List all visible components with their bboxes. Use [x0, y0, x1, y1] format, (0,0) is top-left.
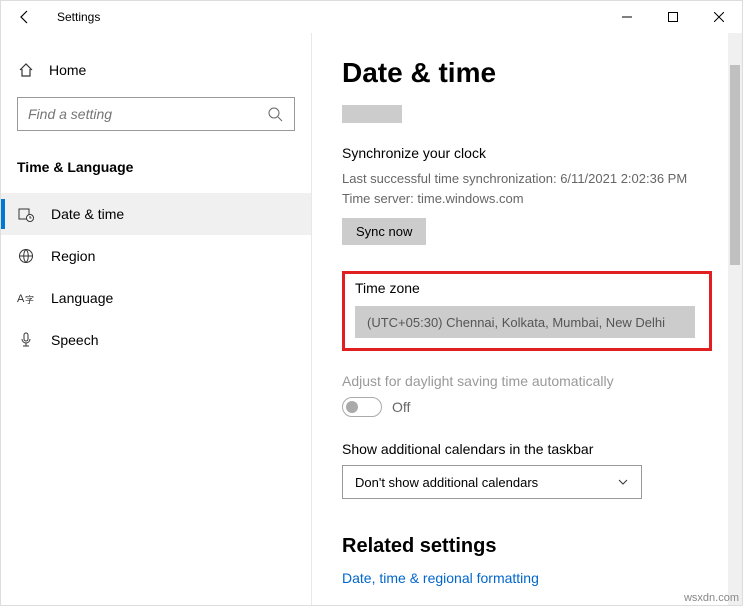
sidebar-item-label: Speech — [51, 332, 98, 348]
calendars-value: Don't show additional calendars — [355, 475, 538, 490]
back-button[interactable] — [1, 1, 49, 33]
home-icon — [17, 61, 35, 79]
calendar-clock-icon — [17, 205, 35, 223]
sidebar-item-date-time[interactable]: Date & time — [1, 193, 311, 235]
svg-text:A: A — [17, 293, 25, 305]
maximize-button[interactable] — [650, 1, 696, 33]
minimize-icon — [622, 12, 632, 22]
close-button[interactable] — [696, 1, 742, 33]
search-box[interactable] — [17, 97, 295, 131]
language-icon: A字 — [17, 289, 35, 307]
sync-heading: Synchronize your clock — [342, 145, 712, 161]
dst-state: Off — [392, 399, 410, 415]
calendars-dropdown[interactable]: Don't show additional calendars — [342, 465, 642, 499]
titlebar: Settings — [1, 1, 742, 33]
globe-icon — [17, 247, 35, 265]
scroll-thumb[interactable] — [730, 65, 740, 265]
sync-status: Last successful time synchronization: 6/… — [342, 169, 712, 208]
window-title: Settings — [57, 10, 100, 24]
calendars-label: Show additional calendars in the taskbar — [342, 441, 712, 457]
sidebar-home-label: Home — [49, 62, 86, 78]
sidebar-item-label: Language — [51, 290, 113, 306]
microphone-icon — [17, 331, 35, 349]
sync-now-button[interactable]: Sync now — [342, 218, 426, 245]
sync-last-text: Last successful time synchronization: 6/… — [342, 171, 687, 186]
sync-server-text: Time server: time.windows.com — [342, 191, 524, 206]
sidebar-category: Time & Language — [1, 149, 311, 193]
sidebar-item-region[interactable]: Region — [1, 235, 311, 277]
truncated-button[interactable] — [342, 105, 402, 123]
timezone-value: (UTC+05:30) Chennai, Kolkata, Mumbai, Ne… — [367, 315, 665, 330]
dst-toggle[interactable] — [342, 397, 382, 417]
sidebar-item-language[interactable]: A字 Language — [1, 277, 311, 319]
arrow-left-icon — [17, 9, 33, 25]
timezone-label: Time zone — [355, 280, 699, 296]
svg-text:字: 字 — [25, 294, 34, 305]
minimize-button[interactable] — [604, 1, 650, 33]
watermark: wsxdn.com — [684, 592, 739, 604]
main-content: Date & time Synchronize your clock Last … — [311, 33, 742, 605]
timezone-highlight: Time zone (UTC+05:30) Chennai, Kolkata, … — [342, 271, 712, 351]
sidebar-item-label: Region — [51, 248, 95, 264]
sidebar-home[interactable]: Home — [1, 53, 311, 87]
close-icon — [714, 12, 724, 22]
related-link[interactable]: Date, time & regional formatting — [342, 570, 712, 586]
dst-label: Adjust for daylight saving time automati… — [342, 373, 712, 389]
search-input[interactable] — [28, 106, 266, 122]
sidebar-item-speech[interactable]: Speech — [1, 319, 311, 361]
search-icon — [266, 105, 284, 123]
related-heading: Related settings — [342, 535, 712, 558]
maximize-icon — [668, 12, 678, 22]
sidebar: Home Time & Language Date & time Region … — [1, 33, 311, 605]
toggle-knob — [346, 401, 358, 413]
scrollbar[interactable] — [728, 33, 742, 605]
chevron-down-icon — [617, 476, 629, 488]
timezone-dropdown[interactable]: (UTC+05:30) Chennai, Kolkata, Mumbai, Ne… — [355, 306, 695, 338]
page-title: Date & time — [342, 57, 712, 89]
sidebar-item-label: Date & time — [51, 206, 124, 222]
